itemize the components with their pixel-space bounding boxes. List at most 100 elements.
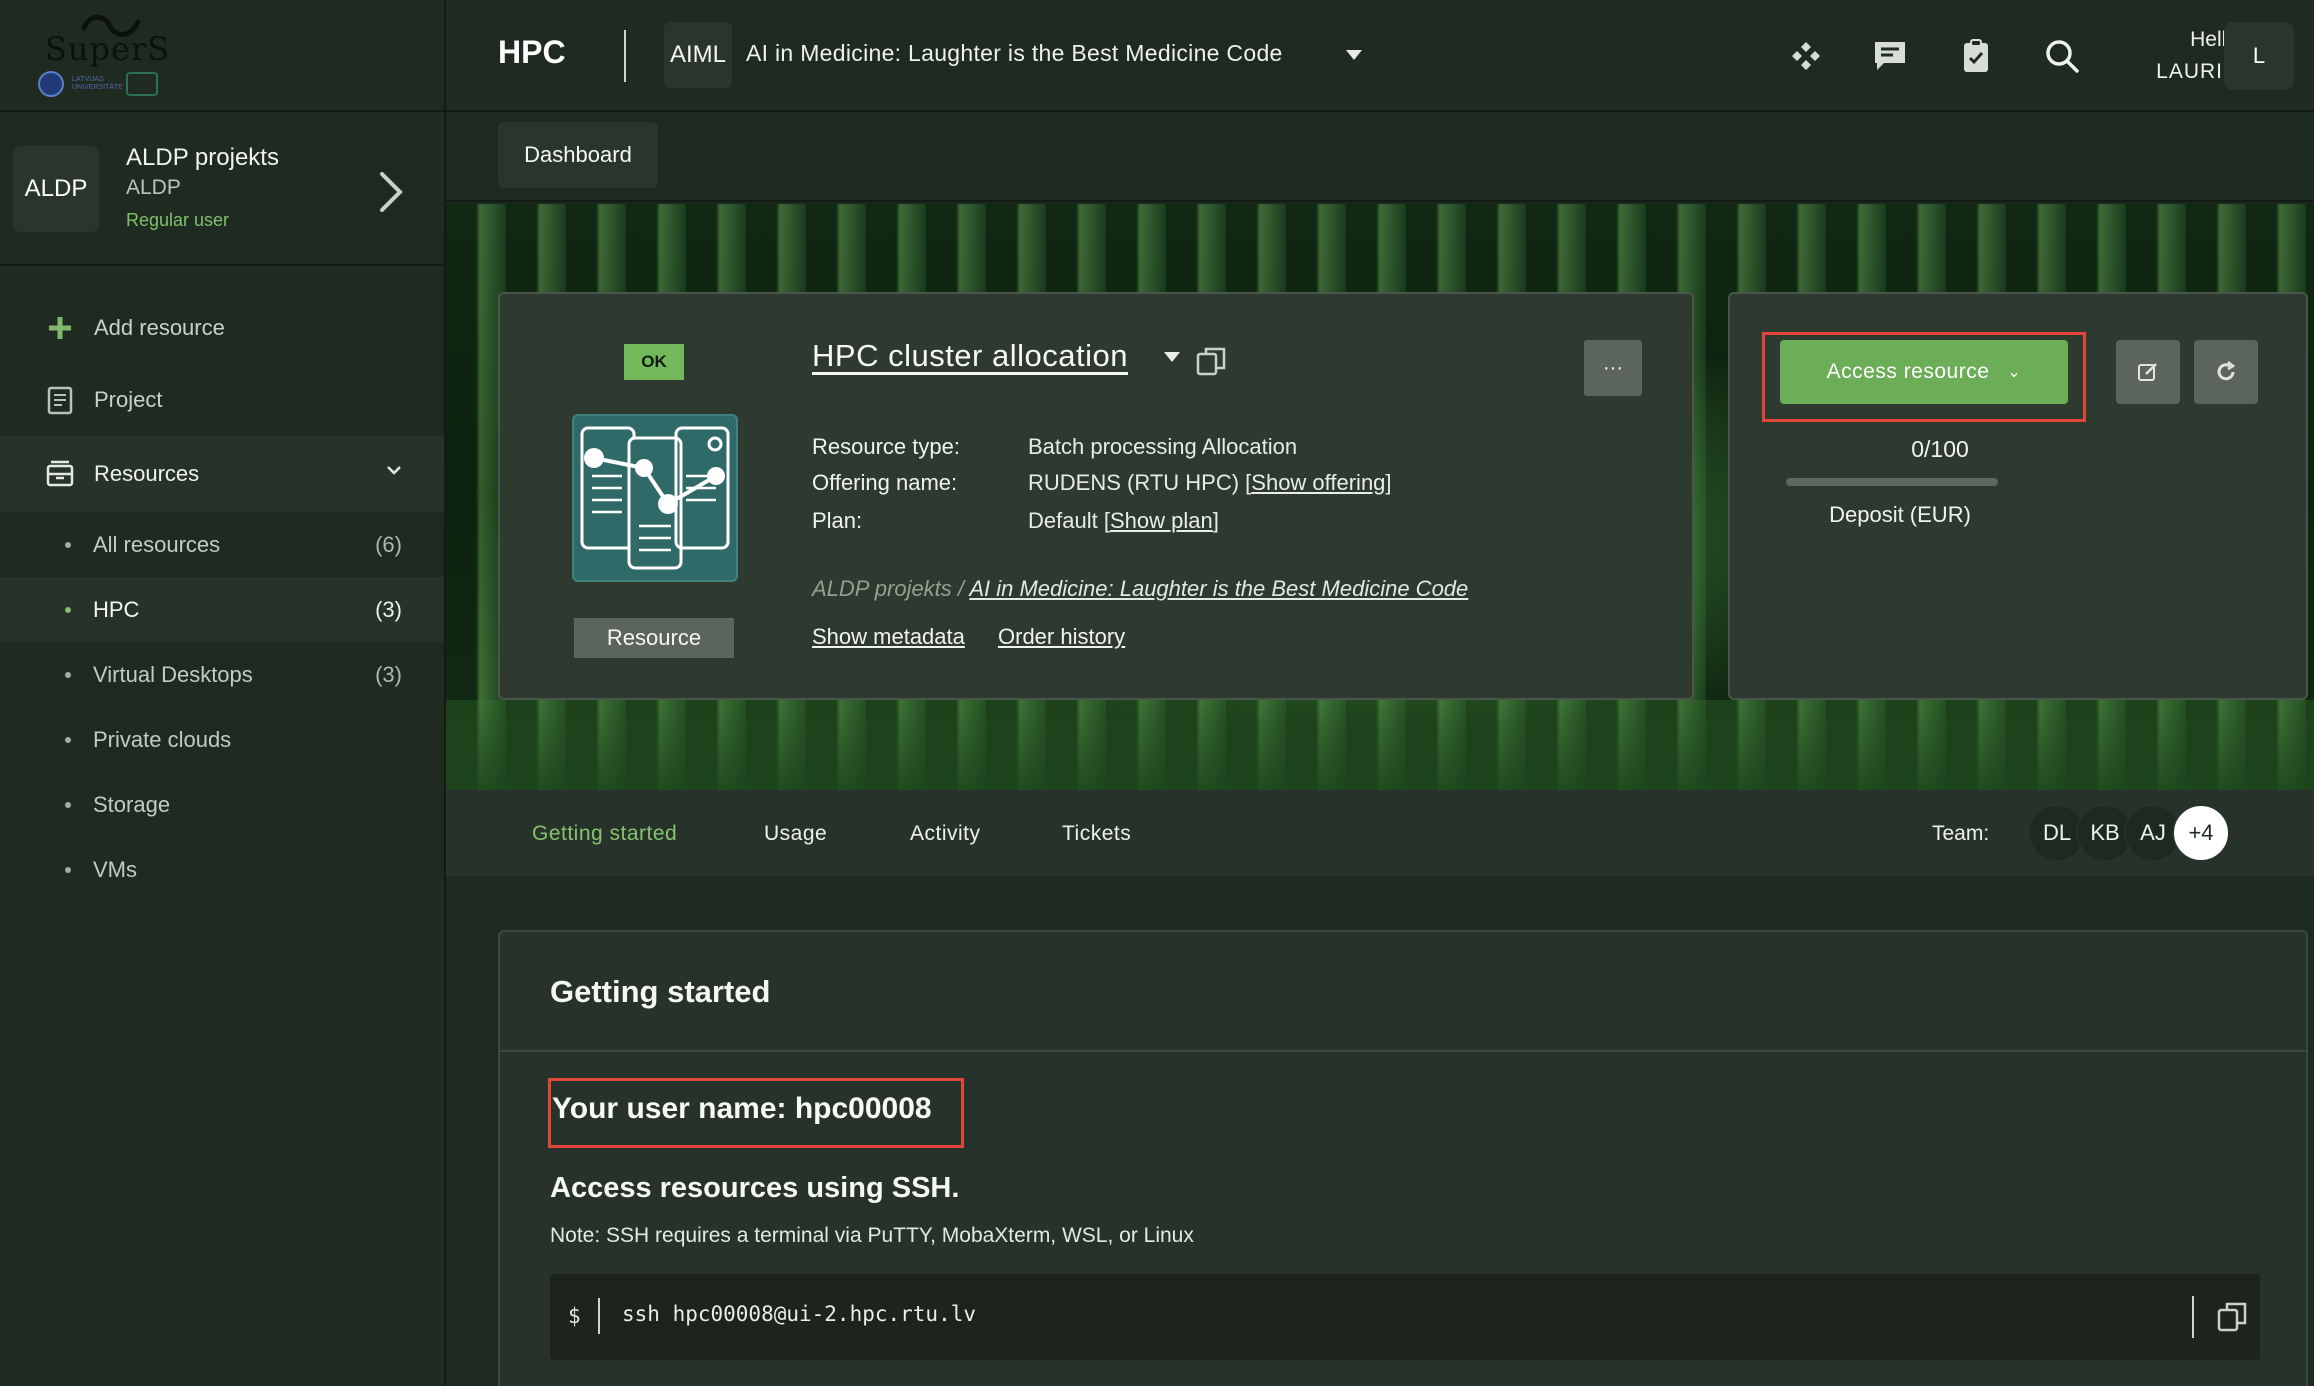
user-name: LAURIS xyxy=(2156,60,2238,83)
card-header: Getting started xyxy=(500,932,2306,1052)
archive-icon xyxy=(44,458,76,490)
sidebar-item-label: Storage xyxy=(93,791,171,817)
ssh-command[interactable]: ssh hpc00008@ui-2.hpc.rtu.lv xyxy=(622,1302,976,1326)
tab-usage[interactable]: Usage xyxy=(764,822,827,846)
edit-button[interactable] xyxy=(2116,340,2180,404)
more-actions-button[interactable]: ··· xyxy=(1584,340,1642,396)
field-label: Plan: xyxy=(812,508,863,533)
access-card: Access resource ⌄ 0/100 Deposit (EUR) xyxy=(1728,292,2308,700)
server-network-icon xyxy=(580,426,730,570)
edit-icon xyxy=(2138,363,2157,381)
shell-prompt: $ xyxy=(568,1304,581,1328)
page-title: HPC xyxy=(498,34,566,70)
project-selector[interactable]: AI in Medicine: Laughter is the Best Med… xyxy=(746,40,1283,67)
caret-down-icon[interactable] xyxy=(1164,352,1180,362)
tab-getting-started[interactable]: Getting started xyxy=(532,822,677,846)
sidebar-item-project[interactable]: Project xyxy=(0,364,444,436)
caret-down-icon[interactable] xyxy=(1346,50,1362,60)
field-label: Resource type: xyxy=(812,434,960,459)
access-resource-label: Access resource xyxy=(1826,360,1990,383)
search-icon[interactable] xyxy=(2042,36,2082,76)
project-switcher[interactable]: ALDP ALDP projekts ALDP Regular user xyxy=(0,114,444,266)
getting-started-card: Getting started Your user name: hpc00008… xyxy=(498,930,2308,1386)
refresh-button[interactable] xyxy=(2194,340,2258,404)
avatar[interactable]: L xyxy=(2224,22,2294,90)
username-text: Your user name: hpc00008 xyxy=(552,1092,932,1125)
divider xyxy=(2192,1296,2194,1338)
ssh-heading: Access resources using SSH. xyxy=(550,1172,960,1204)
team-more-badge[interactable]: +4 xyxy=(2172,804,2230,862)
bullet-icon xyxy=(65,672,71,678)
sidebar-item-label: HPC xyxy=(93,596,140,622)
show-plan-link[interactable]: Show plan xyxy=(1110,508,1213,533)
chevron-right-icon[interactable] xyxy=(374,170,406,214)
logo-sub-text: LATVIJAS UNIVERSITĀTE xyxy=(72,76,123,91)
sidebar-item-all-resources[interactable]: All resources (6) xyxy=(0,512,444,577)
project-badge[interactable]: AIML xyxy=(664,22,732,88)
copy-icon[interactable] xyxy=(2214,1298,2250,1334)
project-path: ALDP projekts / AI in Medicine: Laughter… xyxy=(812,576,1468,602)
sidebar-item-add-resource[interactable]: Add resource xyxy=(0,292,444,364)
bullet-icon xyxy=(65,737,71,743)
sidebar-item-label: VMs xyxy=(93,856,137,882)
field-label: Offering name: xyxy=(812,470,958,495)
sidebar: SuperS LATVIJAS UNIVERSITĀTE ALDP ALDP p… xyxy=(0,0,446,1386)
sidebar-item-virtual-desktops[interactable]: Virtual Desktops (3) xyxy=(0,642,444,707)
copy-icon[interactable] xyxy=(1194,344,1228,378)
quota-value: 0/100 xyxy=(1911,436,1969,462)
chat-icon[interactable] xyxy=(1870,36,1910,76)
show-offering-link[interactable]: Show offering xyxy=(1251,470,1385,495)
order-history-link[interactable]: Order history xyxy=(998,624,1125,650)
hero-floor xyxy=(446,700,2314,790)
project-avatar: ALDP xyxy=(13,146,99,232)
breadcrumb-dashboard[interactable]: Dashboard xyxy=(498,122,658,188)
sidebar-item-count: (3) xyxy=(375,596,402,622)
resource-image xyxy=(572,414,738,582)
ssh-command-box: $ ssh hpc00008@ui-2.hpc.rtu.lv xyxy=(550,1274,2260,1360)
sidebar-item-private-clouds[interactable]: Private clouds xyxy=(0,707,444,772)
tab-tickets[interactable]: Tickets xyxy=(1062,822,1131,846)
section-title: Getting started xyxy=(550,974,771,1009)
university-seal-icon xyxy=(38,71,64,97)
chevron-down-icon[interactable] xyxy=(384,460,404,480)
document-icon xyxy=(44,384,76,416)
bracket-close: ] xyxy=(1385,470,1392,495)
sidebar-item-label: Project xyxy=(94,387,163,412)
sidebar-item-vms[interactable]: VMs xyxy=(0,837,444,902)
chevron-down-icon: ⌄ xyxy=(2007,364,2022,381)
breadcrumb: Dashboard xyxy=(446,114,2314,202)
clipboard-check-icon[interactable] xyxy=(1956,36,1996,76)
sidebar-item-storage[interactable]: Storage xyxy=(0,772,444,837)
bullet-icon xyxy=(65,542,71,548)
status-badge: OK xyxy=(624,344,684,380)
sidebar-item-count: (3) xyxy=(375,661,402,687)
project-code: ALDP xyxy=(126,176,181,199)
project-path-prefix: ALDP projekts / xyxy=(812,576,970,601)
resource-type-label: Resource xyxy=(574,618,734,658)
crest-icon xyxy=(126,72,158,96)
resource-card: OK Resource HPC cluster allocation ··· R… xyxy=(498,292,1694,700)
access-resource-button[interactable]: Access resource ⌄ xyxy=(1780,340,2068,404)
resource-title[interactable]: HPC cluster allocation xyxy=(812,338,1128,374)
resource-type-value: Batch processing Allocation xyxy=(1028,434,1298,459)
sidebar-item-label: Private clouds xyxy=(93,726,232,752)
sidebar-item-resources[interactable]: Resources xyxy=(0,436,444,512)
plan-value: Default [Show plan] xyxy=(1028,508,1219,534)
divider xyxy=(598,1298,600,1334)
offering-name: RUDENS (RTU HPC) xyxy=(1028,470,1246,495)
sidebar-item-label: Add resource xyxy=(94,315,225,340)
tab-activity[interactable]: Activity xyxy=(910,822,981,846)
ssh-note: Note: SSH requires a terminal via PuTTY,… xyxy=(550,1224,1194,1247)
sidebar-nav: Add resource Project Resources All resou… xyxy=(0,292,444,902)
offering-value: RUDENS (RTU HPC) [Show offering] xyxy=(1028,470,1392,496)
sidebar-item-label: All resources xyxy=(93,531,221,557)
apps-icon[interactable] xyxy=(1786,36,1826,76)
project-role: Regular user xyxy=(126,210,230,230)
bracket-close: ] xyxy=(1212,508,1219,533)
logo[interactable]: SuperS LATVIJAS UNIVERSITĀTE xyxy=(0,0,444,112)
show-metadata-link[interactable]: Show metadata xyxy=(812,624,965,650)
sidebar-item-hpc[interactable]: HPC (3) xyxy=(0,577,444,642)
bullet-icon xyxy=(65,607,71,613)
project-path-link[interactable]: AI in Medicine: Laughter is the Best Med… xyxy=(969,576,1468,601)
bullet-icon xyxy=(65,802,71,808)
